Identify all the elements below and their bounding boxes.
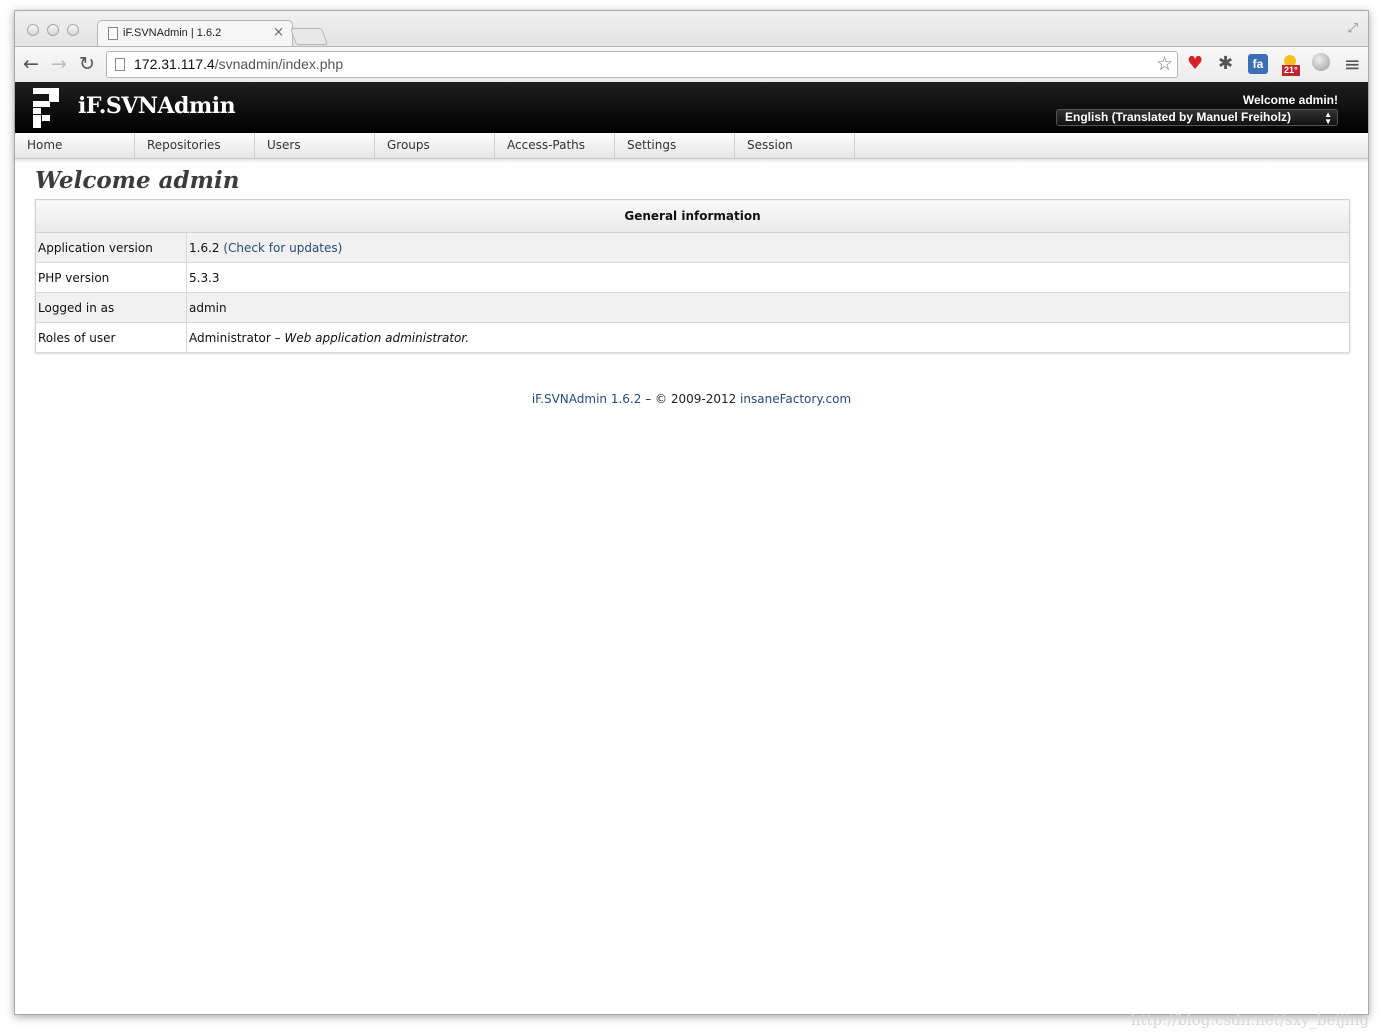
table-row: Logged in as admin bbox=[35, 292, 1350, 323]
bookmark-star-icon[interactable]: ☆ bbox=[1156, 53, 1173, 75]
row-key: Logged in as bbox=[35, 292, 187, 323]
main-menu: Home Repositories Users Groups Access-Pa… bbox=[15, 133, 1368, 159]
weather-badge: 21° bbox=[1282, 65, 1300, 76]
zoom-window-button[interactable] bbox=[67, 24, 79, 36]
minimize-window-button[interactable] bbox=[47, 24, 59, 36]
close-window-button[interactable] bbox=[27, 24, 39, 36]
row-key: PHP version bbox=[35, 262, 187, 293]
back-arrow-icon[interactable]: ← bbox=[23, 53, 39, 75]
menu-icon[interactable]: ≡ bbox=[1344, 53, 1361, 75]
footer-site-link[interactable]: insaneFactory.com bbox=[740, 392, 851, 406]
url-path: /svnadmin/index.php bbox=[214, 56, 344, 72]
watermark-text: http://blog.csdn.net/sxy_beijing bbox=[1130, 1011, 1369, 1029]
row-value: Administrator – Web application administ… bbox=[186, 322, 1350, 353]
page-title: Welcome admin bbox=[35, 167, 240, 194]
browser-toolbar: ← → ↻ 172.31.117.4/svnadmin/index.php ☆ … bbox=[15, 46, 1368, 82]
role-description: Web application administrator. bbox=[284, 330, 470, 345]
menu-item-settings[interactable]: Settings bbox=[615, 133, 735, 159]
fullscreen-icon[interactable]: ⤢ bbox=[1348, 21, 1358, 36]
footer-product-link[interactable]: iF.SVNAdmin 1.6.2 bbox=[532, 392, 642, 406]
role-name: Administrator – bbox=[189, 330, 281, 345]
fa-icon[interactable]: fa bbox=[1248, 54, 1268, 74]
url-host: 172.31.117.4 bbox=[134, 56, 215, 72]
welcome-text: Welcome admin! bbox=[1242, 93, 1338, 107]
app-version-value: 1.6.2 bbox=[189, 240, 220, 255]
tab-close-icon[interactable]: × bbox=[273, 25, 284, 40]
url-text[interactable]: 172.31.117.4/svnadmin/index.php bbox=[134, 56, 343, 72]
menu-item-home[interactable]: Home bbox=[15, 133, 135, 159]
menu-item-access-paths[interactable]: Access-Paths bbox=[495, 133, 615, 159]
footer-copyright: – © 2009-2012 bbox=[641, 392, 741, 406]
table-row: Application version 1.6.2 (Check for upd… bbox=[35, 232, 1350, 263]
app-logo bbox=[33, 88, 59, 128]
browser-window: iF.SVNAdmin | 1.6.2 × ⤢ ← → ↻ 172.31.117… bbox=[14, 10, 1369, 1015]
globe-icon[interactable] bbox=[1312, 53, 1330, 71]
table-row: Roles of user Administrator – Web applic… bbox=[35, 322, 1350, 353]
heart-icon[interactable]: ♥ bbox=[1187, 53, 1203, 75]
address-bar[interactable]: 172.31.117.4/svnadmin/index.php ☆ bbox=[106, 51, 1178, 78]
table-row: PHP version 5.3.3 bbox=[35, 262, 1350, 293]
page-icon bbox=[108, 27, 118, 40]
bug-icon[interactable]: ✱ bbox=[1218, 53, 1233, 75]
tab-title: iF.SVNAdmin | 1.6.2 bbox=[123, 27, 222, 39]
language-select-value: English (Translated by Manuel Freiholz) bbox=[1065, 110, 1292, 124]
menu-item-groups[interactable]: Groups bbox=[375, 133, 495, 159]
page-icon bbox=[115, 58, 125, 71]
row-key: Application version bbox=[35, 232, 187, 263]
menu-item-users[interactable]: Users bbox=[255, 133, 375, 159]
check-updates-link[interactable]: (Check for updates) bbox=[223, 241, 342, 255]
menu-shadow bbox=[15, 159, 1368, 163]
app-title: iF.SVNAdmin bbox=[78, 93, 236, 119]
row-value: 1.6.2 (Check for updates) bbox=[186, 232, 1350, 263]
row-value: 5.3.3 bbox=[186, 262, 1350, 293]
table-header: General information bbox=[35, 199, 1350, 233]
reload-icon[interactable]: ↻ bbox=[79, 53, 95, 75]
tab-strip: iF.SVNAdmin | 1.6.2 × ⤢ bbox=[15, 11, 1368, 47]
select-arrows-icon: ▲ ▼ bbox=[1324, 110, 1332, 126]
general-info-table: General information Application version … bbox=[35, 199, 1350, 353]
menu-item-session[interactable]: Session bbox=[735, 133, 855, 159]
row-value: admin bbox=[186, 292, 1350, 323]
browser-tab[interactable]: iF.SVNAdmin | 1.6.2 × bbox=[97, 20, 293, 47]
language-select[interactable]: English (Translated by Manuel Freiholz) … bbox=[1056, 109, 1338, 126]
app-header: iF.SVNAdmin Welcome admin! English (Tran… bbox=[15, 82, 1368, 133]
row-key: Roles of user bbox=[35, 322, 187, 353]
new-tab-button[interactable] bbox=[289, 28, 329, 45]
menu-item-repositories[interactable]: Repositories bbox=[135, 133, 255, 159]
weather-icon[interactable]: 21° bbox=[1281, 53, 1303, 77]
forward-arrow-icon[interactable]: → bbox=[51, 53, 67, 75]
footer: iF.SVNAdmin 1.6.2 – © 2009-2012 insaneFa… bbox=[15, 392, 1368, 406]
